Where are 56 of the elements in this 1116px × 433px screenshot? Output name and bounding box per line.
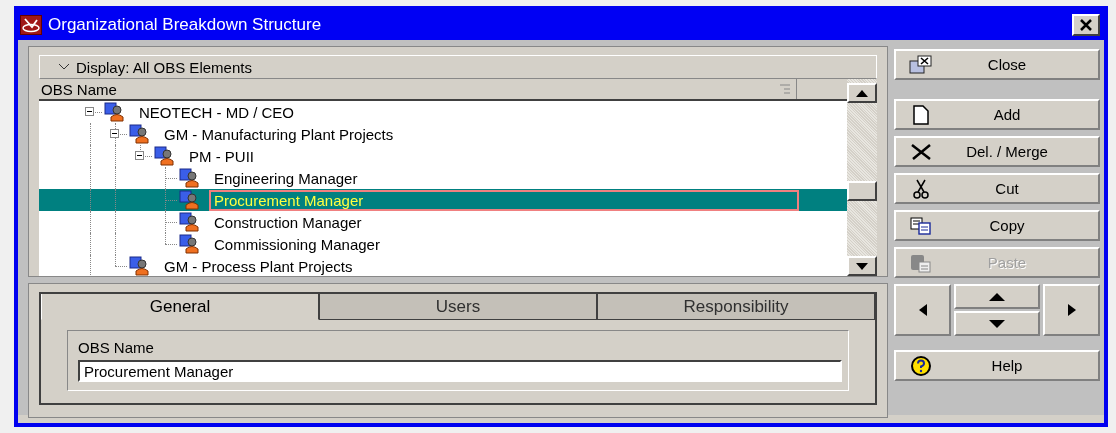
move-up-button[interactable] bbox=[954, 284, 1040, 309]
collapse-icon[interactable] bbox=[135, 151, 144, 160]
app-logo-icon bbox=[20, 15, 42, 35]
collapse-icon[interactable] bbox=[110, 129, 119, 138]
column-menu-icon bbox=[780, 84, 790, 94]
person-icon bbox=[104, 102, 126, 122]
window-close-icon bbox=[909, 54, 933, 75]
paste-icon bbox=[910, 252, 932, 273]
add-button[interactable]: Add bbox=[894, 99, 1100, 130]
tab[interactable]: Responsibility bbox=[597, 294, 875, 320]
arrow-down-icon bbox=[856, 262, 868, 270]
document-icon bbox=[913, 104, 929, 125]
arrow-up-icon bbox=[856, 89, 868, 97]
help-button[interactable]: Help bbox=[894, 350, 1100, 381]
close-icon[interactable] bbox=[1072, 14, 1100, 36]
obs-name-field[interactable]: Procurement Manager bbox=[78, 360, 842, 382]
tree-row[interactable]: GM - Manufacturing Plant Projects bbox=[39, 123, 847, 145]
person-icon bbox=[154, 146, 176, 166]
move-left-button[interactable] bbox=[894, 284, 951, 336]
scrollbar[interactable] bbox=[847, 79, 877, 276]
display-filter[interactable]: Display: All OBS Elements bbox=[39, 55, 877, 79]
copy-button[interactable]: Copy bbox=[894, 210, 1100, 241]
collapse-icon[interactable] bbox=[85, 107, 94, 116]
move-right-button[interactable] bbox=[1043, 284, 1100, 336]
chevron-down-icon bbox=[58, 63, 70, 71]
person-icon bbox=[179, 190, 201, 210]
tab[interactable]: Users bbox=[319, 294, 597, 320]
cut-button[interactable]: Cut bbox=[894, 173, 1100, 204]
move-down-button[interactable] bbox=[954, 311, 1040, 336]
scrollbar-thumb[interactable] bbox=[847, 181, 877, 201]
tree-row[interactable]: Engineering Manager bbox=[39, 167, 847, 189]
column-header[interactable]: OBS Name bbox=[39, 79, 797, 99]
person-icon bbox=[129, 256, 151, 276]
tree-row[interactable]: GM - Process Plant Projects bbox=[39, 255, 847, 276]
arrow-up-icon bbox=[989, 292, 1005, 301]
copy-icon bbox=[910, 216, 932, 235]
arrow-left-icon bbox=[918, 304, 927, 316]
delete-merge-button[interactable]: Del. / Merge bbox=[894, 136, 1100, 167]
arrow-down-icon bbox=[989, 319, 1005, 328]
field-label: OBS Name bbox=[78, 339, 155, 356]
tab[interactable]: General bbox=[41, 294, 319, 320]
window-title: Organizational Breakdown Structure bbox=[48, 15, 323, 35]
person-icon bbox=[179, 234, 201, 254]
person-icon bbox=[129, 124, 151, 144]
tree-row[interactable]: PM - PUII bbox=[39, 145, 847, 167]
close-button[interactable]: Close bbox=[894, 49, 1100, 80]
tree-row[interactable]: Procurement Manager bbox=[39, 189, 847, 211]
tree-row[interactable]: NEOTECH - MD / CEO bbox=[39, 101, 847, 123]
tree-row[interactable]: Commissioning Manager bbox=[39, 233, 847, 255]
help-icon bbox=[910, 354, 932, 377]
person-icon bbox=[179, 168, 201, 188]
scissors-icon bbox=[913, 178, 929, 199]
delete-icon bbox=[910, 142, 932, 161]
arrow-right-icon bbox=[1067, 304, 1076, 316]
tree-row[interactable]: Construction Manager bbox=[39, 211, 847, 233]
person-icon bbox=[179, 212, 201, 232]
